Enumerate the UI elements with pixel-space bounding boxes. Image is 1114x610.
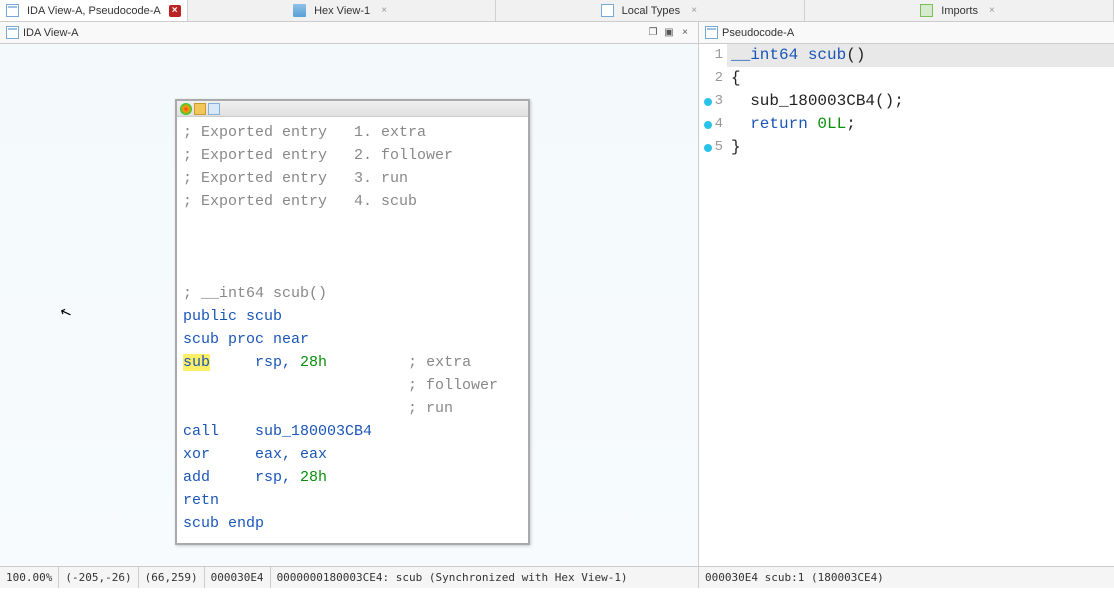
breakpoint-dot-icon [704, 144, 712, 152]
gutter[interactable]: 4 [699, 113, 727, 136]
close-icon[interactable]: × [678, 26, 692, 40]
code-line[interactable]: 4 return 0LL; [699, 113, 1114, 136]
cursor-icon: ↖ [57, 303, 74, 323]
disasm-body[interactable]: ; Exported entry 1. extra ; Exported ent… [177, 117, 528, 543]
tab-label: Imports [937, 5, 982, 17]
color-icon[interactable] [180, 103, 192, 115]
status-offs: 000030E4 [205, 567, 271, 588]
tab-label: Hex View-1 [310, 5, 374, 17]
tab-label: IDA View-A, Pseudocode-A [23, 5, 165, 17]
graph-node[interactable]: ; Exported entry 1. extra ; Exported ent… [175, 99, 530, 545]
sheet-icon [705, 26, 718, 39]
status-coord2: (66,259) [139, 567, 205, 588]
right-subheader: Pseudocode-A [699, 22, 1114, 44]
line-number: 5 [715, 136, 723, 159]
gutter[interactable]: 2 [699, 67, 727, 90]
line-number: 2 [715, 67, 723, 90]
window-buttons: ❐ ▣ × [646, 26, 692, 40]
popout-icon[interactable]: ▣ [662, 26, 676, 40]
restore-icon[interactable]: ❐ [646, 26, 660, 40]
code-line[interactable]: 2{ [699, 67, 1114, 90]
status-rest: 0000000180003CE4: scub (Synchronized wit… [271, 571, 698, 584]
tab-label: Local Types [618, 5, 685, 17]
code-text: __int64 scub() [727, 44, 1114, 67]
types-icon [601, 4, 614, 17]
pseudocode-view[interactable]: 1__int64 scub()2{3 sub_180003CB4();4 ret… [699, 44, 1114, 566]
right-statusbar: 000030E4 scub:1 (180003CE4) [699, 566, 1114, 588]
tab-localtypes[interactable]: Local Types × [496, 0, 805, 21]
status-zoom: 100.00% [0, 567, 59, 588]
code-line[interactable]: 3 sub_180003CB4(); [699, 90, 1114, 113]
close-icon[interactable]: × [688, 5, 700, 17]
code-line[interactable]: 1__int64 scub() [699, 44, 1114, 67]
code-text: sub_180003CB4(); [727, 90, 1114, 113]
code-line[interactable]: 5} [699, 136, 1114, 159]
sheet-icon [6, 26, 19, 39]
close-icon[interactable]: × [378, 5, 390, 17]
code-text: { [727, 67, 1114, 90]
tab-ida-pseudo[interactable]: IDA View-A, Pseudocode-A × [0, 0, 188, 21]
left-subheader: IDA View-A ❐ ▣ × [0, 22, 698, 44]
line-number: 4 [715, 113, 723, 136]
top-tabbar: IDA View-A, Pseudocode-A × Hex View-1 × … [0, 0, 1114, 22]
code-text: } [727, 136, 1114, 159]
close-icon[interactable]: × [169, 5, 181, 17]
close-icon[interactable]: × [986, 5, 998, 17]
hex-icon [293, 4, 306, 17]
left-pane: IDA View-A ❐ ▣ × ↖ ; Exported entry 1. e… [0, 22, 699, 588]
folder-icon[interactable] [194, 103, 206, 115]
gutter[interactable]: 5 [699, 136, 727, 159]
status-text: 000030E4 scub:1 (180003CE4) [699, 571, 1114, 584]
collapse-icon[interactable] [208, 103, 220, 115]
code-text: return 0LL; [727, 113, 1114, 136]
sheet-icon [6, 4, 19, 17]
breakpoint-dot-icon [704, 121, 712, 129]
line-number: 3 [715, 90, 723, 113]
imports-icon [920, 4, 933, 17]
status-coord1: (-205,-26) [59, 567, 138, 588]
tab-imports[interactable]: Imports × [805, 0, 1114, 21]
right-pane: Pseudocode-A 1__int64 scub()2{3 sub_1800… [699, 22, 1114, 588]
graph-canvas[interactable]: ↖ ; Exported entry 1. extra ; Exported e… [0, 44, 698, 566]
main-split: IDA View-A ❐ ▣ × ↖ ; Exported entry 1. e… [0, 22, 1114, 588]
right-title: Pseudocode-A [722, 27, 1108, 39]
node-toolbar [177, 101, 528, 117]
gutter[interactable]: 3 [699, 90, 727, 113]
left-title: IDA View-A [23, 27, 642, 39]
line-number: 1 [715, 44, 723, 67]
left-statusbar: 100.00% (-205,-26) (66,259) 000030E4 000… [0, 566, 698, 588]
tab-hexview[interactable]: Hex View-1 × [188, 0, 497, 21]
gutter[interactable]: 1 [699, 44, 727, 67]
breakpoint-dot-icon [704, 98, 712, 106]
